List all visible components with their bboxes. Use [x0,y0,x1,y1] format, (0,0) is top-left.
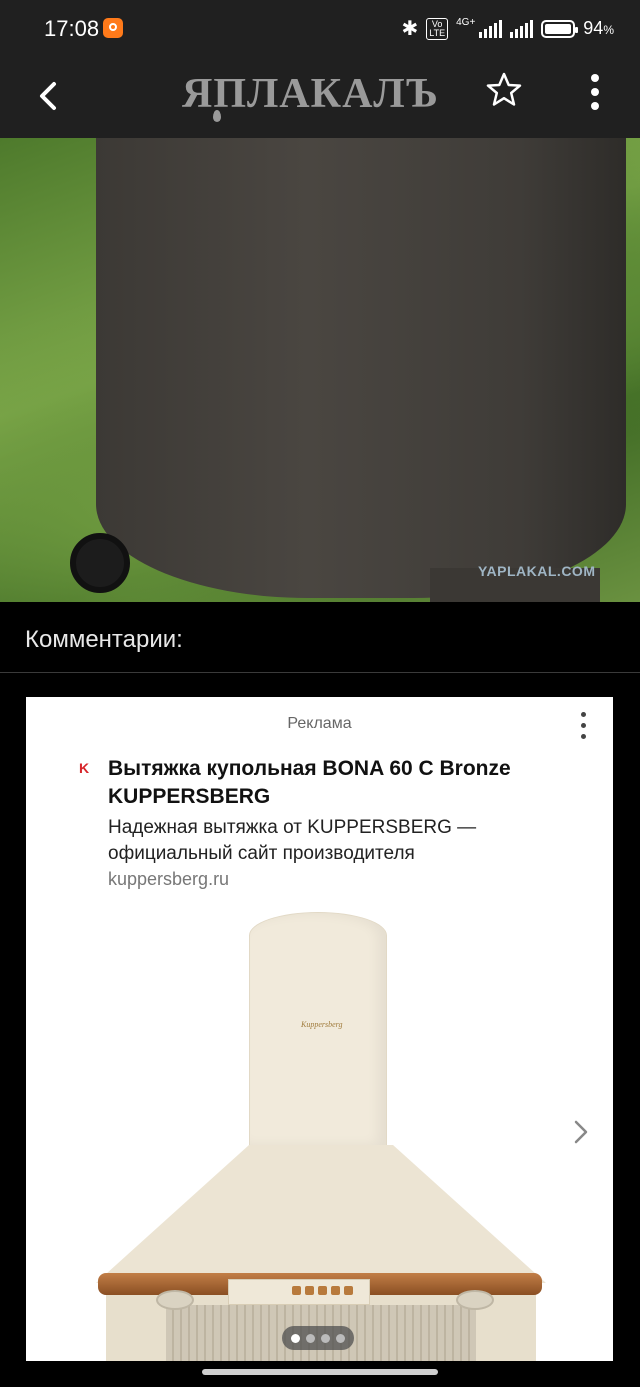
ad-more-icon[interactable] [581,712,589,745]
bin-graphic [96,138,626,598]
post-photo[interactable]: YAPLAKAL.COM [0,138,640,602]
photo-watermark: YAPLAKAL.COM [478,563,596,579]
more-vertical-icon[interactable] [590,74,600,116]
notification-app-icon [103,18,123,38]
volte-icon: Vo LTE [426,17,449,40]
hood-button [305,1286,314,1295]
comments-heading: Комментарии: [25,626,183,653]
ad-title[interactable]: Вытяжка купольная BONA 60 C Bronze KUPPE… [108,755,578,811]
hood-lamp-right [456,1290,494,1310]
ad-label: Реклама [287,715,352,732]
product-brand-mark: Kuppersberg [301,1020,343,1029]
hood-button [318,1286,327,1295]
divider [0,672,640,673]
bluetooth-icon: ✱ [401,18,419,40]
hood-chimney-graphic [249,912,387,1146]
signal-strength-icon [479,19,503,38]
status-bar: 17:08 ✱ Vo LTE 4G+ 94% [0,0,640,60]
ad-card[interactable]: Реклама K Вытяжка купольная BONA 60 C Br… [26,697,613,1361]
carousel-dot[interactable] [321,1333,330,1343]
hood-lamp-left [156,1290,194,1310]
carousel-dot[interactable] [306,1333,315,1343]
hood-button [331,1286,340,1295]
carousel-dot[interactable] [291,1333,300,1343]
home-indicator[interactable] [202,1369,438,1375]
hood-button [344,1286,353,1295]
ad-domain[interactable]: kuppersberg.ru [108,869,229,890]
carousel-dots[interactable] [282,1326,354,1350]
logo-drop-icon [213,110,221,122]
chevron-right-icon[interactable] [570,1117,592,1154]
status-time: 17:08 [44,16,100,41]
back-icon[interactable] [30,76,70,116]
hood-button [292,1286,301,1295]
ad-product-image[interactable]: Kuppersberg [86,907,556,1361]
ad-description: Надежная вытяжка от KUPPERSBERG — официа… [108,817,477,864]
battery-icon [541,19,579,38]
status-icons: ✱ Vo LTE 4G+ 94% [402,16,615,41]
star-icon[interactable] [484,70,524,120]
app-header: ЯПЛАКАЛЪ [0,60,640,138]
site-logo[interactable]: ЯПЛАКАЛЪ [182,70,439,118]
wheel-graphic [70,533,130,593]
advertiser-favicon: K [79,760,90,776]
signal-strength-icon-2 [510,19,534,38]
battery-percent: 94% [583,18,614,38]
network-type-label: 4G+ [456,17,476,28]
carousel-dot[interactable] [336,1333,345,1343]
